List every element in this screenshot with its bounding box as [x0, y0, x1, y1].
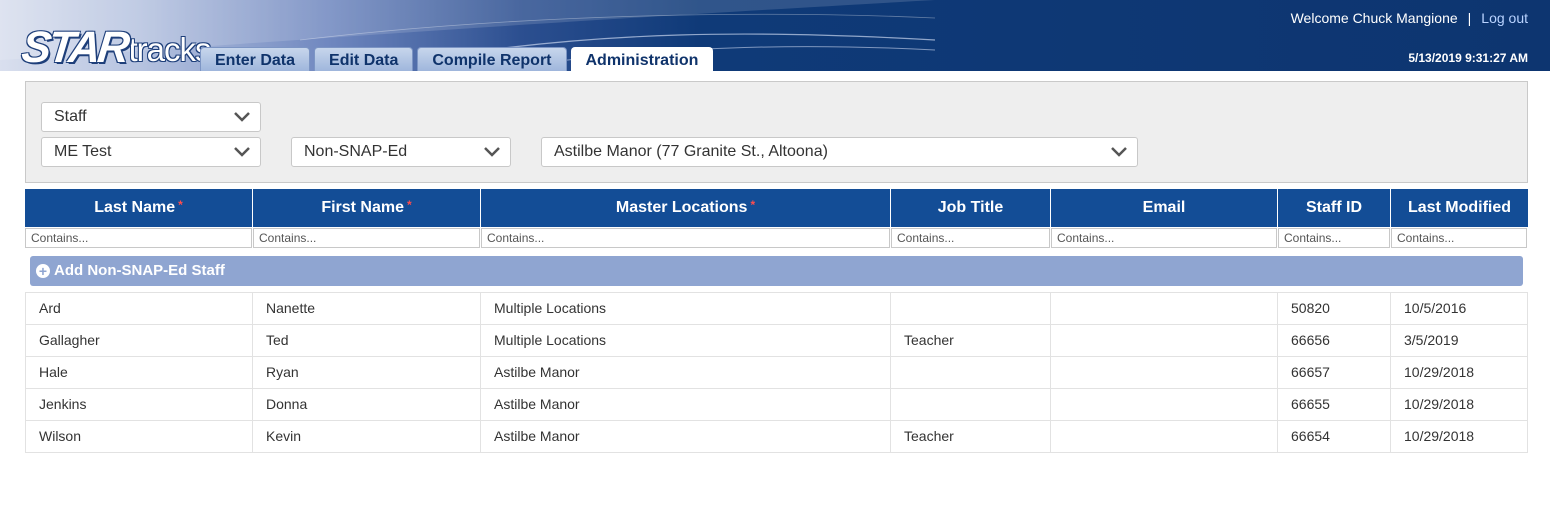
cell-master-locations: Multiple Locations — [481, 325, 891, 356]
program-select-value: ME Test — [54, 143, 112, 160]
cell-first-name: Donna — [253, 389, 481, 420]
grid-filter-row: Contains... Contains... Contains... Cont… — [25, 228, 1528, 250]
tab-enter-data[interactable]: Enter Data — [200, 47, 311, 71]
email-filter-input[interactable]: Contains... — [1051, 228, 1277, 248]
column-header-master-locations[interactable]: Master Locations * — [481, 189, 891, 227]
master-locations-filter-input[interactable]: Contains... — [481, 228, 890, 248]
grid-header-row: Last Name * First Name * Master Locations *… — [25, 189, 1528, 227]
logout-link[interactable]: Log out — [1481, 10, 1528, 26]
cell-email — [1051, 389, 1278, 420]
cell-last-modified: 3/5/2019 — [1391, 325, 1528, 356]
cell-last-modified: 10/29/2018 — [1391, 389, 1528, 420]
column-header-label: Last Modified — [1407, 199, 1512, 216]
chevron-down-icon — [234, 112, 250, 122]
program-select[interactable]: ME Test — [41, 137, 261, 167]
cell-last-modified: 10/29/2018 — [1391, 421, 1528, 452]
chevron-down-icon — [1111, 147, 1127, 157]
table-row[interactable]: Gallagher Ted Multiple Locations Teacher… — [25, 325, 1528, 357]
cell-job-title: Teacher — [891, 325, 1051, 356]
add-staff-label: Add Non-SNAP-Ed Staff — [54, 262, 225, 279]
cell-job-title — [891, 389, 1051, 420]
category-select[interactable]: Staff — [41, 102, 261, 132]
category-select-value: Staff — [54, 108, 87, 125]
column-header-label: Master Locations — [615, 199, 748, 216]
tab-compile-report[interactable]: Compile Report — [417, 47, 567, 71]
cell-last-name: Ard — [25, 293, 253, 324]
welcome-separator: | — [1467, 10, 1472, 26]
location-select-value: Astilbe Manor (77 Granite St., Altoona) — [554, 143, 828, 160]
column-header-label: First Name — [321, 199, 405, 216]
cell-job-title: Teacher — [891, 421, 1051, 452]
cell-first-name: Ted — [253, 325, 481, 356]
cell-last-name: Wilson — [25, 421, 253, 452]
welcome-area: Welcome Chuck Mangione | Log out — [1291, 10, 1528, 26]
cell-last-name: Hale — [25, 357, 253, 388]
column-header-staff-id[interactable]: Staff ID — [1278, 189, 1391, 227]
location-select[interactable]: Astilbe Manor (77 Granite St., Altoona) — [541, 137, 1138, 167]
job-title-filter-input[interactable]: Contains... — [891, 228, 1050, 248]
tab-edit-data[interactable]: Edit Data — [314, 47, 414, 71]
staff-type-select-value: Non-SNAP-Ed — [304, 143, 408, 160]
welcome-text: Welcome Chuck Mangione — [1290, 10, 1458, 26]
required-marker: * — [750, 198, 756, 212]
last-name-filter-input[interactable]: Contains... — [25, 228, 252, 248]
required-marker: * — [407, 198, 412, 212]
cell-last-name: Jenkins — [25, 389, 253, 420]
cell-staff-id: 66655 — [1278, 389, 1391, 420]
column-header-label: Last Name — [94, 199, 176, 216]
add-staff-button[interactable]: + Add Non-SNAP-Ed Staff — [30, 256, 1523, 286]
last-modified-filter-input[interactable]: Contains... — [1391, 228, 1527, 248]
cell-last-modified: 10/5/2016 — [1391, 293, 1528, 324]
grid-body: Ard Nanette Multiple Locations 50820 10/… — [25, 292, 1528, 453]
column-header-last-name[interactable]: Last Name * — [25, 189, 253, 227]
chevron-down-icon — [234, 147, 250, 157]
required-marker: * — [178, 198, 183, 212]
current-datetime: 5/13/2019 9:31:27 AM — [1408, 51, 1528, 65]
cell-last-modified: 10/29/2018 — [1391, 357, 1528, 388]
cell-job-title — [891, 293, 1051, 324]
column-header-label: Email — [1142, 199, 1186, 216]
column-header-first-name[interactable]: First Name * — [253, 189, 481, 227]
table-row[interactable]: Ard Nanette Multiple Locations 50820 10/… — [25, 293, 1528, 325]
cell-first-name: Kevin — [253, 421, 481, 452]
logo-tracks-text: tracks — [128, 31, 212, 68]
cell-job-title — [891, 357, 1051, 388]
first-name-filter-input[interactable]: Contains... — [253, 228, 480, 248]
cell-master-locations: Multiple Locations — [481, 293, 891, 324]
plus-circle-icon: + — [36, 264, 50, 278]
cell-master-locations: Astilbe Manor — [481, 357, 891, 388]
cell-master-locations: Astilbe Manor — [481, 389, 891, 420]
cell-email — [1051, 421, 1278, 452]
filter-panel: Staff ME Test Non-SNAP-Ed Astilbe Manor … — [25, 81, 1528, 183]
logo-star-text: STAR — [19, 23, 130, 71]
table-row[interactable]: Wilson Kevin Astilbe Manor Teacher 66654… — [25, 421, 1528, 453]
startracks-logo: STAR tracks — [19, 14, 212, 71]
cell-staff-id: 66656 — [1278, 325, 1391, 356]
cell-email — [1051, 293, 1278, 324]
cell-email — [1051, 325, 1278, 356]
main-tabs: Enter Data Edit Data Compile Report Admi… — [200, 47, 717, 71]
cell-staff-id: 66654 — [1278, 421, 1391, 452]
cell-last-name: Gallagher — [25, 325, 253, 356]
column-header-last-modified[interactable]: Last Modified — [1391, 189, 1528, 227]
staff-grid: Last Name * First Name * Master Locations *… — [25, 189, 1528, 453]
cell-master-locations: Astilbe Manor — [481, 421, 891, 452]
column-header-label: Staff ID — [1306, 199, 1362, 216]
cell-staff-id: 66657 — [1278, 357, 1391, 388]
staff-id-filter-input[interactable]: Contains... — [1278, 228, 1390, 248]
column-header-email[interactable]: Email — [1051, 189, 1278, 227]
app-header: STAR tracks Enter Data Edit Data Compile… — [0, 0, 1550, 71]
tab-administration[interactable]: Administration — [570, 47, 714, 71]
cell-staff-id: 50820 — [1278, 293, 1391, 324]
column-header-job-title[interactable]: Job Title — [891, 189, 1051, 227]
staff-type-select[interactable]: Non-SNAP-Ed — [291, 137, 511, 167]
column-header-label: Job Title — [937, 199, 1004, 216]
cell-first-name: Ryan — [253, 357, 481, 388]
table-row[interactable]: Hale Ryan Astilbe Manor 66657 10/29/2018 — [25, 357, 1528, 389]
cell-email — [1051, 357, 1278, 388]
cell-first-name: Nanette — [253, 293, 481, 324]
table-row[interactable]: Jenkins Donna Astilbe Manor 66655 10/29/… — [25, 389, 1528, 421]
chevron-down-icon — [484, 147, 500, 157]
